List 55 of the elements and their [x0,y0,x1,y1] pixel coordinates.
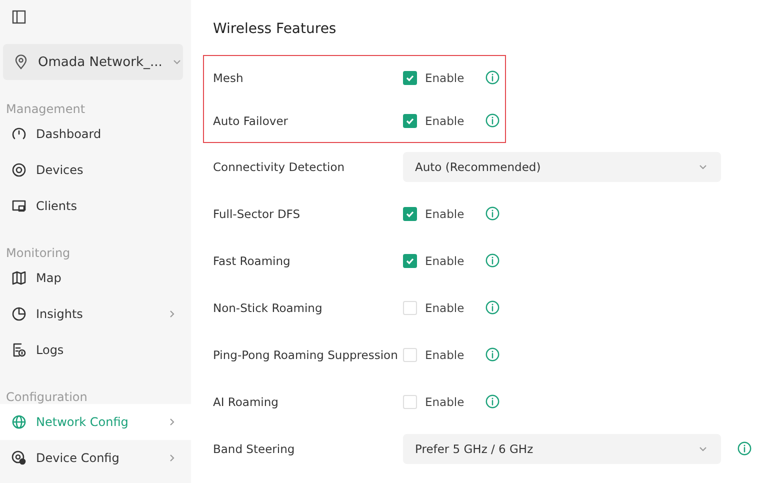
device-icon [11,162,27,178]
info-icon[interactable] [485,300,500,315]
section-heading: Configuration [5,389,88,404]
checkmark-icon [405,72,415,82]
info-icon[interactable] [485,347,500,362]
checkbox-label: Enable [425,300,466,314]
sidebar-toggle-icon[interactable] [11,9,27,25]
nav-item[interactable]: Device Config [0,440,191,476]
setting-label: AI Roaming [213,394,280,410]
checkbox-label: Enable [425,114,466,128]
setting-label: Fast Roaming [213,252,292,270]
checkbox[interactable] [403,114,417,128]
nav-item[interactable]: Insights [0,296,191,332]
map-icon [11,270,27,286]
site-selector[interactable]: Omada Network_... [3,44,183,80]
checkbox-label: Enable [425,206,466,220]
setting-label: Ping-Pong Roaming Suppression [213,346,399,364]
info-icon[interactable] [485,70,500,85]
monitor-icon [11,198,27,214]
info-icon[interactable] [485,394,500,409]
nav-item[interactable]: Logs [0,332,191,368]
info-icon[interactable] [485,253,500,268]
nav-item[interactable]: Dashboard [0,116,191,152]
log-icon [11,342,27,358]
info-icon[interactable] [485,206,500,221]
setting-label: Mesh [213,70,244,86]
section-title: Wireless Features [213,21,338,39]
setting-label: Auto Failover [213,112,289,130]
checkbox[interactable] [403,254,417,268]
nav-item[interactable]: Map [0,260,191,296]
gauge-icon [11,126,27,142]
checkbox-label: Enable [425,254,466,268]
section-heading: Monitoring [5,245,72,260]
checkbox-label: Enable [425,348,466,362]
checkbox-label: Enable [425,70,466,84]
checkbox[interactable] [403,70,417,84]
dropdown[interactable]: Auto (Recommended) [403,152,721,182]
section-heading: Management [5,101,86,116]
setting-label: Band Steering [213,440,296,458]
checkbox-label: Enable [425,394,466,408]
checkmark-icon [405,208,415,218]
setting-label: Non-Stick Roaming [213,300,324,316]
pie-chart-icon [11,306,27,322]
dropdown[interactable]: Prefer 5 GHz / 6 GHz [403,434,721,464]
checkmark-icon [405,116,415,126]
location-pin-icon [13,54,29,70]
globe-icon [11,414,27,430]
nav-item[interactable]: Devices [0,152,191,188]
info-icon[interactable] [485,113,500,128]
setting-label: Full-Sector DFS [213,206,302,222]
checkmark-icon [405,256,415,266]
nav-item[interactable]: Clients [0,188,191,224]
info-icon[interactable] [737,441,752,456]
checkbox[interactable] [403,206,417,220]
setting-label: Connectivity Detection [213,158,346,176]
